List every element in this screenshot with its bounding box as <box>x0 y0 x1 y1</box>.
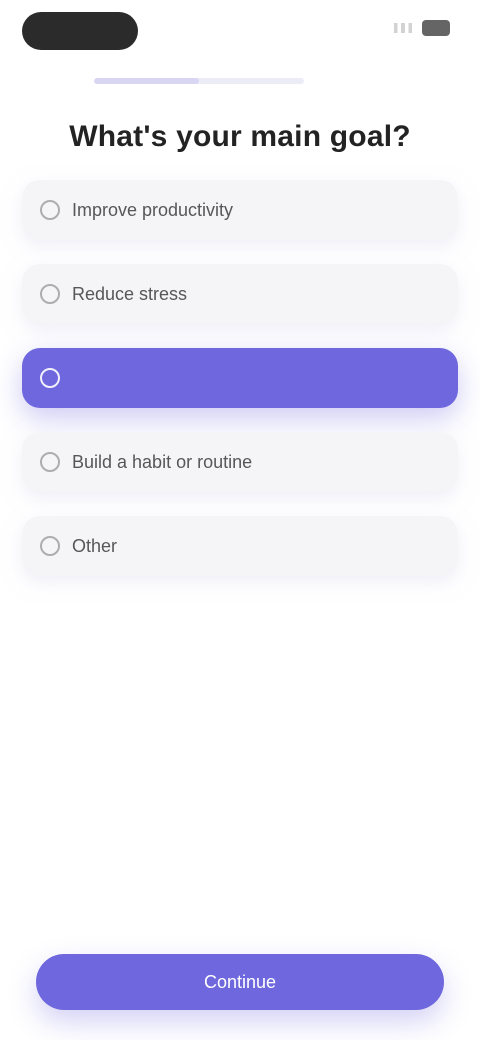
option-item[interactable]: Reduce stress <box>22 264 458 324</box>
status-pill <box>22 12 138 50</box>
question-title: What's your main goal? <box>69 120 411 153</box>
option-label: Improve productivity <box>72 199 234 220</box>
signal-icon <box>394 23 412 33</box>
more-icon <box>40 536 60 556</box>
calendar-icon <box>40 452 60 472</box>
option-item[interactable]: Improve productivity <box>22 180 458 240</box>
options-list: Improve productivity Reduce stress Build… <box>22 180 458 600</box>
option-label: Other <box>72 535 118 556</box>
check-icon <box>40 368 60 388</box>
continue-button[interactable]: Continue <box>36 954 444 1010</box>
option-item-selected[interactable] <box>22 348 458 408</box>
battery-icon <box>422 20 450 36</box>
option-item[interactable]: Other <box>22 516 458 576</box>
option-label: Reduce stress <box>72 283 188 304</box>
target-icon <box>40 200 60 220</box>
status-icons <box>394 20 450 36</box>
progress-fill <box>94 78 199 84</box>
option-label: Build a habit or routine <box>72 451 253 472</box>
status-bar <box>0 0 480 64</box>
progress-bar <box>94 78 304 84</box>
option-item[interactable]: Build a habit or routine <box>22 432 458 492</box>
heart-icon <box>40 284 60 304</box>
